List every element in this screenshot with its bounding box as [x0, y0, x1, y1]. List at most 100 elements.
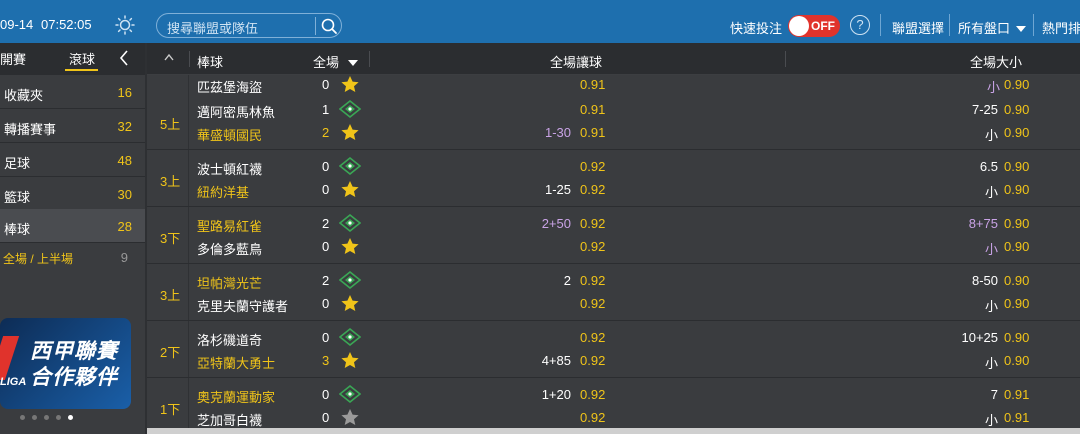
ou-line: 8+75	[968, 216, 998, 231]
team-name[interactable]: 洛杉磯道奇	[197, 330, 262, 349]
ou-odds[interactable]: 0.91	[1004, 410, 1029, 425]
chevron-up-icon[interactable]	[164, 54, 174, 61]
handicap-odds[interactable]: 0.91	[580, 102, 605, 117]
ou-odds[interactable]: 0.91	[1004, 387, 1029, 402]
tab-early[interactable]: 開賽	[0, 49, 26, 68]
team-name[interactable]: 華盛頓國民	[197, 125, 262, 144]
carousel-dot[interactable]	[32, 415, 37, 420]
handicap-line: 1+20	[541, 387, 571, 402]
ou-odds[interactable]: 0.90	[1004, 125, 1029, 140]
all-markets-label: 所有盤口	[958, 21, 1011, 36]
team-name[interactable]: 芝加哥白襪	[197, 410, 262, 429]
baseball-field-icon[interactable]	[338, 270, 362, 290]
current-date: 09-14	[0, 17, 34, 32]
team-name[interactable]: 波士頓紅襪	[197, 159, 262, 178]
match-group: 3上 坦帕灣光芒 2 2 0.92 8-50 0.90 克里夫蘭守護者 0 0.92 小 0.90	[147, 264, 1080, 321]
sidebar-item-basketball[interactable]: 籃球 30	[0, 177, 145, 211]
ou-odds[interactable]: 0.90	[1004, 182, 1029, 197]
match-group: 5上 邁阿密馬林魚 1 0.91 7-25 0.90 華盛頓國民 2 1-30 0.91 小 0.90	[147, 93, 1080, 150]
star-icon[interactable]	[339, 408, 361, 426]
handicap-odds[interactable]: 0.92	[580, 182, 605, 197]
hot-sort-button[interactable]: 熱門排序	[1042, 18, 1080, 37]
handicap-odds[interactable]: 0.91	[580, 125, 605, 140]
tab-live[interactable]: 滾球	[69, 49, 95, 68]
quick-bet-toggle[interactable]: OFF	[788, 15, 840, 37]
chevron-down-icon	[348, 60, 359, 66]
handicap-odds[interactable]: 0.92	[580, 410, 605, 425]
ou-odds[interactable]: 0.90	[1004, 77, 1029, 92]
carousel-dot-active[interactable]	[68, 415, 73, 420]
team-name[interactable]: 邁阿密馬林魚	[197, 102, 275, 121]
league-select-button[interactable]: 聯盟選擇	[892, 18, 944, 37]
sidebar-item-count: 16	[117, 85, 132, 100]
carousel-dot[interactable]	[56, 415, 61, 420]
ou-odds[interactable]: 0.90	[1004, 330, 1029, 345]
handicap-odds[interactable]: 0.92	[580, 159, 605, 174]
sidebar-item-broadcast[interactable]: 轉播賽事 32	[0, 109, 145, 143]
star-icon[interactable]	[339, 75, 361, 93]
handicap-odds[interactable]: 0.92	[580, 296, 605, 311]
match-group: 1下 奧克蘭運動家 0 1+20 0.92 7 0.91 芝加哥白襪 0 0.92 小 0.91	[147, 378, 1080, 434]
handicap-odds[interactable]: 0.92	[580, 387, 605, 402]
team-name[interactable]: 紐約洋基	[197, 182, 249, 201]
horizontal-scrollbar[interactable]	[147, 428, 1080, 434]
team-score: 0	[322, 159, 330, 174]
team-name[interactable]: 坦帕灣光芒	[197, 273, 262, 292]
star-icon[interactable]	[339, 294, 361, 312]
sidebar-item-baseball[interactable]: 棒球 28	[0, 209, 145, 243]
team-name[interactable]: 多倫多藍鳥	[197, 239, 262, 258]
sun-icon[interactable]	[115, 15, 135, 35]
team-score: 1	[322, 102, 330, 117]
ou-odds[interactable]: 0.90	[1004, 102, 1029, 117]
team-name[interactable]: 克里夫蘭守護者	[197, 296, 288, 315]
baseball-field-icon[interactable]	[338, 156, 362, 176]
star-icon[interactable]	[339, 123, 361, 141]
active-tab-indicator	[65, 69, 98, 71]
chevron-left-icon[interactable]	[119, 50, 129, 66]
team-name[interactable]: 奧克蘭運動家	[197, 387, 275, 406]
column-header: 棒球 全場 全場讓球 全場大小	[147, 43, 1080, 75]
handicap-line: 2+50	[541, 216, 571, 231]
sidebar-item-soccer[interactable]: 足球 48	[0, 143, 145, 177]
team-name[interactable]: 亞特蘭大勇士	[197, 353, 275, 372]
period-dropdown[interactable]: 全場	[313, 52, 359, 71]
star-icon[interactable]	[339, 237, 361, 255]
ou-odds[interactable]: 0.90	[1004, 273, 1029, 288]
ou-odds[interactable]: 0.90	[1004, 159, 1029, 174]
ou-odds[interactable]: 0.90	[1004, 353, 1029, 368]
sport-header: 棒球	[197, 55, 224, 70]
ou-odds[interactable]: 0.90	[1004, 239, 1029, 254]
ou-odds[interactable]: 0.90	[1004, 216, 1029, 231]
ou-odds[interactable]: 0.90	[1004, 296, 1029, 311]
handicap-odds[interactable]: 0.92	[580, 353, 605, 368]
handicap-header: 全場讓球	[550, 55, 603, 70]
sidebar-item-full-half[interactable]: 全場 / 上半場 9	[0, 241, 145, 275]
sidebar-item-count: 30	[117, 187, 132, 202]
all-markets-dropdown[interactable]: 所有盤口	[958, 18, 1027, 37]
handicap-odds[interactable]: 0.91	[580, 77, 605, 92]
handicap-odds[interactable]: 0.92	[580, 216, 605, 231]
carousel-dot[interactable]	[20, 415, 25, 420]
baseball-field-icon[interactable]	[338, 384, 362, 404]
baseball-field-icon[interactable]	[338, 99, 362, 119]
star-icon[interactable]	[339, 180, 361, 198]
ou-line: 小	[984, 299, 998, 314]
divider	[785, 51, 786, 67]
team-name[interactable]: 聖路易紅雀	[197, 216, 262, 235]
carousel-dot[interactable]	[44, 415, 49, 420]
toggle-label: OFF	[811, 19, 835, 33]
search-box[interactable]: 搜尋聯盟或隊伍	[156, 13, 342, 38]
help-icon[interactable]: ?	[850, 15, 870, 35]
handicap-odds[interactable]: 0.92	[580, 239, 605, 254]
sidebar: 開賽 滾球 收藏夾 16 轉播賽事 32 足球 48 籃球 30 棒球 28 全…	[0, 43, 145, 434]
sidebar-item-favorites[interactable]: 收藏夾 16	[0, 75, 145, 109]
search-icon[interactable]	[320, 17, 338, 35]
handicap-odds[interactable]: 0.92	[580, 273, 605, 288]
baseball-field-icon[interactable]	[338, 327, 362, 347]
baseball-field-icon[interactable]	[338, 213, 362, 233]
promo-banner[interactable]: 西甲聯賽 合作夥伴 LIGA	[0, 318, 131, 409]
quick-bet-label: 快速投注	[730, 21, 783, 36]
star-icon[interactable]	[339, 351, 361, 369]
handicap-odds[interactable]: 0.92	[580, 330, 605, 345]
search-input[interactable]: 搜尋聯盟或隊伍	[167, 18, 258, 37]
